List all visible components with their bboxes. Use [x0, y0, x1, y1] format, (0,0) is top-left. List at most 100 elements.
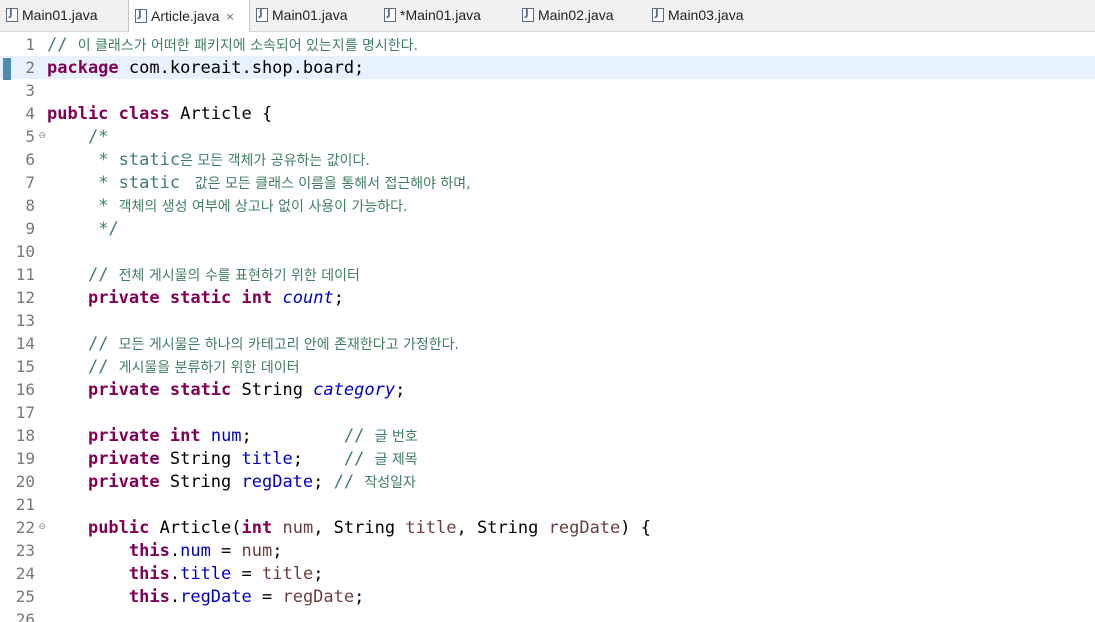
code-line[interactable]: 13 — [0, 309, 1095, 332]
code-line[interactable]: 23 this.num = num; — [0, 539, 1095, 562]
code-token: 작성일자 — [364, 474, 416, 491]
code-token: String — [231, 379, 314, 400]
code-token: com.koreait.shop.board; — [118, 57, 365, 78]
code-line[interactable]: 2 package com.koreait.shop.board; — [0, 56, 1095, 80]
code-text: package com.koreait.shop.board; — [38, 58, 364, 78]
code-line[interactable]: 11 // 전체 게시물의 수를 표현하기 위한 데이터 — [0, 263, 1095, 286]
code-token: this — [128, 540, 170, 561]
line-number: 17 — [0, 403, 38, 422]
code-token: // — [87, 356, 119, 377]
code-token: 객체의 생성 여부에 상고나 없이 사용이 가능하다. — [118, 198, 408, 215]
code-line[interactable]: 15 // 게시물을 분류하기 위한 데이터 — [0, 355, 1095, 378]
line-number-text: 11 — [15, 265, 35, 284]
code-line[interactable]: 19 private String title; // 글 제목 — [0, 447, 1095, 470]
code-token: public — [87, 517, 150, 538]
line-number: 8 — [0, 196, 38, 215]
code-token: title — [180, 563, 232, 584]
code-token: 값은 모든 클래스 이름을 통해서 접근해야 하며, — [190, 175, 471, 192]
code-line[interactable]: 14 // 모든 게시물은 하나의 카테고리 안에 존재한다고 가정한다. — [0, 332, 1095, 355]
code-token: regDate — [241, 471, 314, 492]
code-line[interactable]: 1// 이 클래스가 어떠한 패키지에 소속되어 있는지를 명시한다. — [0, 33, 1095, 56]
line-number: 14 — [0, 334, 38, 353]
code-line[interactable]: 9 */ — [0, 217, 1095, 240]
code-token: ; — [241, 425, 344, 446]
code-line[interactable]: 8 * 객체의 생성 여부에 상고나 없이 사용이 가능하다. — [0, 194, 1095, 217]
line-number: 4 — [0, 104, 38, 123]
code-line[interactable]: 12 private static int count; — [0, 286, 1095, 309]
line-number: 5 ⊖ — [0, 127, 46, 146]
code-line[interactable]: 25 this.regDate = regDate; — [0, 585, 1095, 608]
code-line[interactable]: 21 — [0, 493, 1095, 516]
code-text: private static int count; — [38, 288, 344, 308]
code-text: private int num; // 글 번호 — [38, 426, 418, 446]
code-token: // — [343, 425, 375, 446]
code-line[interactable]: 4 public class Article { — [0, 102, 1095, 125]
code-token: int — [169, 425, 201, 446]
code-token: this — [128, 586, 170, 607]
close-icon[interactable]: × — [225, 10, 234, 23]
code-token: = — [231, 563, 262, 584]
code-line[interactable]: 20 private String regDate; // 작성일자 — [0, 470, 1095, 493]
line-number-text: 4 — [25, 104, 35, 123]
tab-main03-java[interactable]: Main03.java — [646, 0, 778, 31]
line-number: 6 — [0, 150, 38, 169]
code-token: = — [210, 540, 242, 561]
code-token: this — [128, 563, 170, 584]
tab-main02-java[interactable]: Main02.java — [516, 0, 646, 31]
line-number-text: 1 — [25, 35, 35, 54]
tab-label: Main01.java — [22, 7, 98, 23]
code-line[interactable]: 5 ⊖ /* — [0, 125, 1095, 148]
code-token: category — [313, 379, 396, 400]
code-line[interactable]: 7 * static 값은 모든 클래스 이름을 통해서 접근해야 하며, — [0, 171, 1095, 194]
tab-article-java[interactable]: Article.java × — [128, 0, 250, 32]
tab-main01-java[interactable]: Main01.java — [250, 0, 378, 31]
code-text: public Article(int num, String title, St… — [38, 518, 651, 538]
code-editor[interactable]: 1// 이 클래스가 어떠한 패키지에 소속되어 있는지를 명시한다. 2 pack… — [0, 33, 1095, 622]
code-line[interactable]: 24 this.title = title; — [0, 562, 1095, 585]
code-token: 은 모든 객체가 공유하는 값이다. — [180, 152, 370, 169]
code-token: class — [118, 103, 170, 124]
code-line[interactable]: 22 ⊖ public Article(int num, String title… — [0, 516, 1095, 539]
code-text: private String regDate; // 작성일자 — [38, 472, 416, 492]
line-number-text: 16 — [15, 380, 35, 399]
tab-main01-java[interactable]: *Main01.java — [378, 0, 516, 31]
line-number-text: 6 — [25, 150, 35, 169]
code-token: = — [251, 586, 283, 607]
code-line[interactable]: 18 private int num; // 글 번호 — [0, 424, 1095, 447]
code-token: // — [47, 34, 78, 55]
line-number: 19 — [0, 449, 38, 468]
line-number: 13 — [0, 311, 38, 330]
line-number-text: 21 — [15, 495, 35, 514]
code-text: this.regDate = regDate; — [38, 587, 364, 607]
code-token: * — [98, 195, 119, 216]
tab-main01-java[interactable]: Main01.java — [0, 0, 128, 31]
code-token: Article { — [169, 103, 273, 124]
code-line[interactable]: 3 — [0, 79, 1095, 102]
line-number: 2 — [0, 58, 38, 80]
line-number: 15 — [0, 357, 38, 376]
code-token: title — [262, 563, 314, 584]
line-number: 21 — [0, 495, 38, 514]
code-line[interactable]: 26 — [0, 608, 1095, 622]
code-line[interactable]: 10 — [0, 240, 1095, 263]
code-line[interactable]: 6 * static은 모든 객체가 공유하는 값이다. — [0, 148, 1095, 171]
code-text: private String title; // 글 제목 — [38, 449, 418, 469]
code-line[interactable]: 17 — [0, 401, 1095, 424]
line-number: 7 — [0, 173, 38, 192]
tab-label: Main03.java — [668, 7, 744, 23]
fold-collapse-icon[interactable]: ⊖ — [38, 522, 46, 532]
fold-collapse-icon[interactable]: ⊖ — [38, 131, 46, 141]
code-token: int — [241, 287, 273, 308]
code-token: regDate — [282, 586, 355, 607]
line-number: 3 — [0, 81, 38, 100]
code-line[interactable]: 16 private static String category; — [0, 378, 1095, 401]
code-token: ; — [354, 586, 365, 607]
